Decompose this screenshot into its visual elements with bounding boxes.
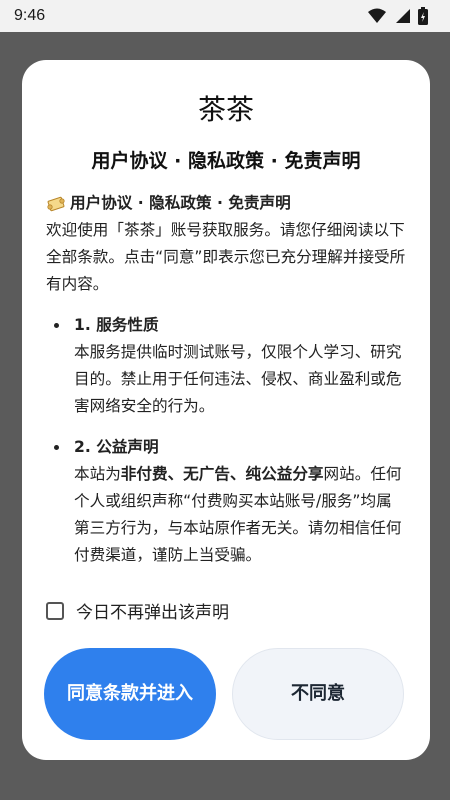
dont-show-today-checkbox[interactable] [46,601,64,620]
intro-heading: 用户协议 · 隐私政策 · 免责声明 [46,190,414,217]
intro-heading-text: 用户协议 · 隐私政策 · 免责声明 [70,194,291,212]
dont-show-today-label: 今日不再弹出该声明 [76,603,229,623]
status-time: 9:46 [14,7,46,24]
section-title: 2. 公益声明 [74,438,159,456]
battery-icon [418,7,428,25]
status-icons [368,7,428,25]
cellular-icon [396,9,410,23]
status-bar: 9:46 [0,0,450,32]
bullet [46,312,64,420]
dont-show-today-option[interactable]: 今日不再弹出该声明 [46,598,229,623]
section-service-nature: 1. 服务性质 本服务提供临时测试账号，仅限个人学习、研究目的。禁止用于任何违法… [46,312,414,420]
wifi-icon [368,8,386,23]
agree-button[interactable]: 同意条款并进入 [44,648,216,740]
disagree-button[interactable]: 不同意 [232,648,404,740]
app-title: 茶茶 [197,93,254,126]
section-title: 1. 服务性质 [74,316,159,334]
scroll-icon [47,196,65,211]
agreement-dialog: 茶茶 用户协议 · 隐私政策 · 免责声明 用户协议 · 隐私政策 · 免责声明… [22,60,430,760]
section-text: 本服务提供临时测试账号，仅限个人学习、研究目的。禁止用于任何违法、侵权、商业盈利… [74,343,402,415]
section-text-emphasis: 非付费、无广告、纯公益分享 [120,465,324,483]
agreement-content[interactable]: 用户协议 · 隐私政策 · 免责声明 欢迎使用「茶茶」账号获取服务。请您仔细阅读… [46,190,414,564]
section-public-welfare: 2. 公益声明 本站为非付费、无广告、纯公益分享网站。任何个人或组织声称“付费购… [46,434,414,564]
dialog-heading: 用户协议 · 隐私政策 · 免责声明 [91,150,361,172]
section-text-prefix: 本站为 [74,465,121,483]
section-text: 本站为非付费、无广告、纯公益分享网站。任何个人或组织声称“付费购买本站账号/服务… [74,461,404,564]
bullet [46,434,64,564]
intro-text: 欢迎使用「茶茶」账号获取服务。请您仔细阅读以下全部条款。点击“同意”即表示您已充… [46,221,406,293]
